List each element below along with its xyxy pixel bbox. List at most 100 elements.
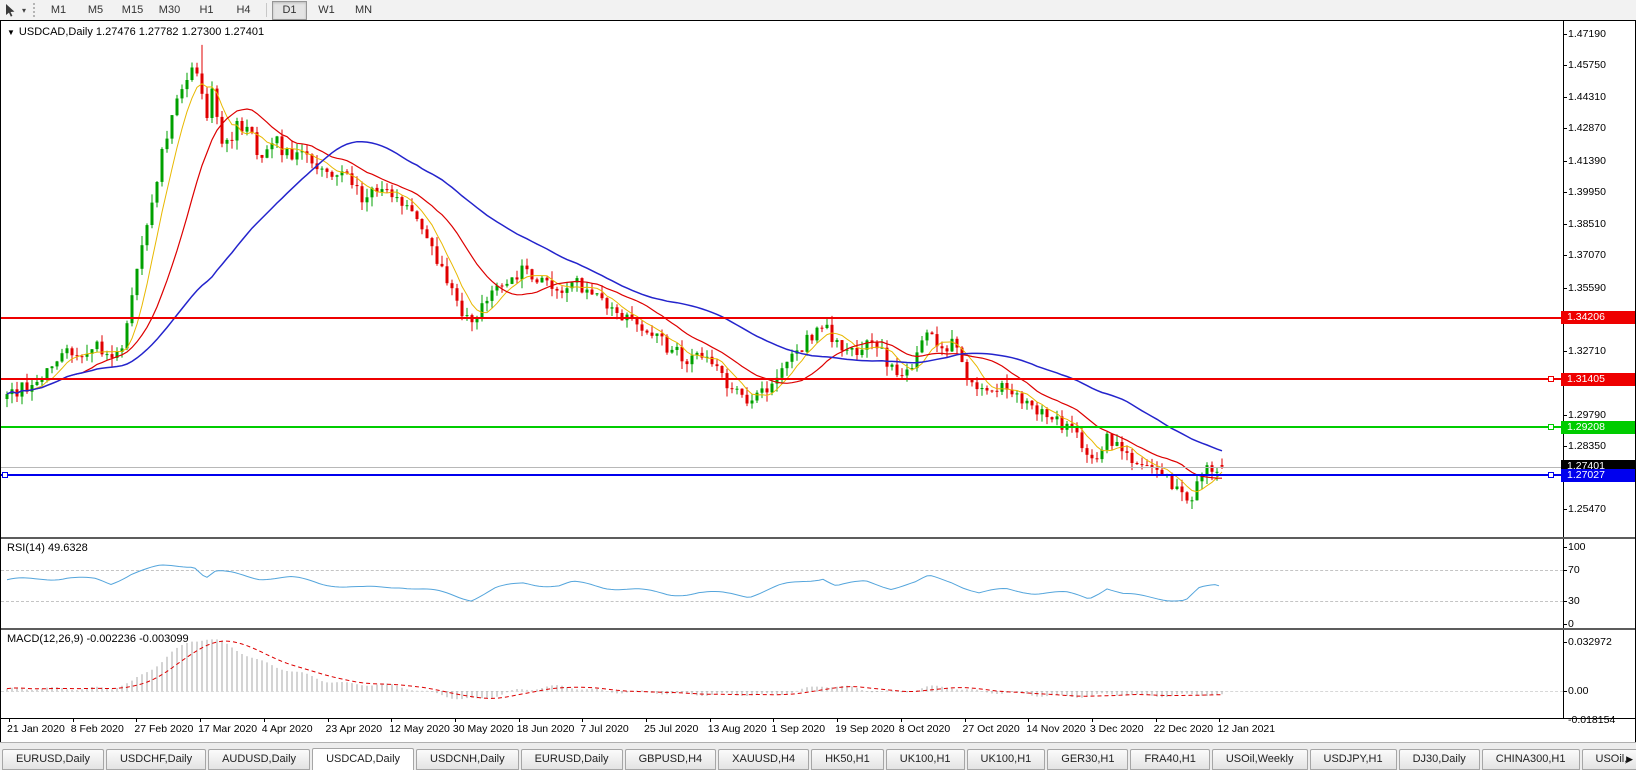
chart-tab-audusd-daily[interactable]: AUDUSD,Daily: [208, 749, 311, 770]
rsi-axis-tickmark: [1563, 600, 1567, 602]
macd-axis-tickmark: [1563, 641, 1567, 643]
chart-tab-china300-h1[interactable]: CHINA300,H1: [1481, 749, 1580, 770]
support-line-1.29208[interactable]: [1, 426, 1563, 429]
rsi-label: RSI(14) 49.6328: [7, 542, 88, 554]
date-axis-tickmark: [72, 719, 74, 722]
timeframe-toolbar: ▾ M1 M5 M15 M30 H1 H4 D1 W1 MN: [0, 0, 1636, 21]
support-line-1.27027[interactable]: [1, 473, 1563, 476]
line-handle-right[interactable]: [1548, 471, 1554, 478]
chart-tab-hk50-h1[interactable]: HK50,H1: [811, 749, 884, 770]
toolbar-separator: [266, 3, 267, 17]
date-axis-tickmark: [1028, 719, 1030, 722]
chart-tab-usdjpy-h1[interactable]: USDJPY,H1: [1309, 749, 1397, 770]
rsi-axis-label: 100: [1568, 541, 1586, 553]
timeframe-button-h4[interactable]: H4: [226, 1, 261, 20]
price-axis-tickmark: [1563, 34, 1567, 35]
date-axis-tickmark: [9, 719, 10, 722]
mt4-window: ▾ M1 M5 M15 M30 H1 H4 D1 W1 MN ▼ USDCAD,Daily 1.2…: [0, 0, 1636, 770]
date-axis-label: 3 Dec 2020: [1089, 723, 1144, 735]
pane-separator-macd[interactable]: [1, 628, 1635, 630]
date-axis-tickmark: [646, 719, 647, 722]
cursor-tool-icon[interactable]: [0, 2, 18, 18]
timeframe-button-m1[interactable]: M1: [41, 1, 76, 20]
line-handle-left[interactable]: [2, 471, 8, 478]
price-axis-label: 1.41390: [1568, 154, 1606, 167]
chart-tab-eurusd-daily[interactable]: EURUSD,Daily: [520, 749, 623, 770]
date-axis-label: 22 Dec 2020: [1153, 723, 1214, 735]
price-pane[interactable]: [5, 44, 1224, 509]
price-tag-1.34206: 1.34206: [1561, 311, 1635, 325]
chart-tab-xauusd-h4[interactable]: XAUUSD,H4: [718, 749, 810, 770]
tabs-scroll-right-icon[interactable]: ▶: [1626, 754, 1633, 765]
date-axis-label: 13 Aug 2020: [707, 723, 767, 735]
timeframe-button-m15[interactable]: M15: [115, 1, 150, 20]
chart-tab-fra40-h1[interactable]: FRA40,H1: [1130, 749, 1210, 770]
date-axis-label: 27 Oct 2020: [962, 723, 1020, 735]
pane-separator-rsi[interactable]: [1, 537, 1635, 539]
price-axis-tickmark: [1563, 65, 1567, 67]
symbol-collapse-icon[interactable]: ▼: [7, 28, 15, 37]
chart-tab-uk100-h1[interactable]: UK100,H1: [885, 749, 965, 770]
price-axis-tickmark: [1563, 255, 1567, 257]
resistance-line-1.31405[interactable]: [1, 378, 1563, 381]
rsi-axis-label: 70: [1568, 564, 1580, 577]
resistance-line-1.34206[interactable]: [1, 316, 1563, 319]
chart-tab-uk100-h1[interactable]: UK100,H1: [966, 749, 1046, 770]
line-handle-right[interactable]: [1548, 376, 1554, 383]
chart-tab-eurusd-daily[interactable]: EURUSD,Daily: [2, 749, 104, 770]
price-axis-tickmark: [1563, 160, 1567, 162]
chart-tab-usdcad-daily[interactable]: USDCAD,Daily: [312, 748, 415, 770]
dropdown-caret-icon[interactable]: ▾: [18, 6, 30, 15]
date-axis-tickmark: [582, 719, 584, 722]
price-tag-1.27027: 1.27027: [1561, 469, 1635, 483]
macd-axis-tickmark: [1563, 691, 1567, 692]
price-axis-label: 1.42870: [1568, 122, 1606, 135]
price-axis-tickmark: [1563, 446, 1567, 448]
price-axis-tickmark: [1563, 287, 1567, 289]
timeframe-button-m5[interactable]: M5: [78, 1, 113, 20]
date-axis-tickmark: [709, 719, 711, 722]
chart-canvas[interactable]: [1, 21, 1563, 719]
timeframe-button-w1[interactable]: W1: [309, 1, 344, 20]
date-axis-label: 1 Sep 2020: [771, 723, 826, 735]
date-axis-label: 12 Jan 2021: [1217, 723, 1276, 735]
price-axis-label: 1.38510: [1568, 217, 1606, 230]
timeframe-button-m30[interactable]: M30: [152, 1, 187, 20]
chart-tab-usoil-weekly[interactable]: USOil,Weekly: [1211, 749, 1308, 770]
date-axis-label: 7 Jul 2020: [580, 723, 629, 735]
price-axis-label: 1.29790: [1568, 408, 1606, 421]
timeframe-button-mn[interactable]: MN: [346, 1, 381, 20]
macd-axis-label: 0.032972: [1568, 635, 1612, 648]
chart-window[interactable]: ▼ USDCAD,Daily 1.27476 1.27782 1.27300 1.…: [0, 20, 1636, 744]
rsi-pane[interactable]: [6, 564, 1220, 602]
price-axis-border: [1563, 21, 1564, 719]
date-axis-label: 4 Apr 2020: [261, 723, 313, 735]
chart-tab-ger30-h1[interactable]: GER30,H1: [1047, 749, 1129, 770]
date-axis-tickmark: [900, 719, 902, 722]
price-axis-tickmark: [1563, 350, 1567, 352]
current-price-line: [1, 466, 1563, 468]
date-axis-tickmark: [518, 719, 520, 722]
price-axis-tickmark: [1563, 128, 1567, 130]
date-axis-label: 18 Jun 2020: [516, 723, 575, 735]
chart-tabs-bar: ▶ EURUSD,Daily USDCHF,Daily AUDUSD,Daily US…: [0, 742, 1636, 770]
rsi-axis-tickmark: [1563, 547, 1567, 548]
rsi-axis-tickmark: [1563, 624, 1567, 625]
date-axis-label: 21 Jan 2020: [7, 723, 65, 735]
chart-tab-dj30-daily[interactable]: DJ30,Daily: [1398, 749, 1480, 770]
macd-pane[interactable]: [6, 639, 1223, 700]
rsi-axis-tickmark: [1563, 570, 1567, 572]
timeframe-button-h1[interactable]: H1: [189, 1, 224, 20]
macd-axis-label: 0.00: [1568, 685, 1589, 697]
chart-tab-usdchf-daily[interactable]: USDCHF,Daily: [105, 749, 207, 770]
timeframe-button-d1[interactable]: D1: [272, 0, 307, 20]
price-axis-label: 1.32710: [1568, 344, 1606, 357]
date-axis-label: 12 May 2020: [389, 723, 450, 735]
chart-tab-usdcnh-daily[interactable]: USDCNH,Daily: [416, 749, 519, 770]
line-handle-right[interactable]: [1548, 424, 1554, 431]
chart-tab-gbpusd-h4[interactable]: GBPUSD,H4: [624, 749, 717, 770]
date-axis-tickmark: [327, 719, 329, 722]
date-axis-label: 25 Jul 2020: [644, 723, 699, 735]
date-axis-tickmark: [391, 719, 393, 722]
price-axis-label: 1.37070: [1568, 249, 1606, 262]
